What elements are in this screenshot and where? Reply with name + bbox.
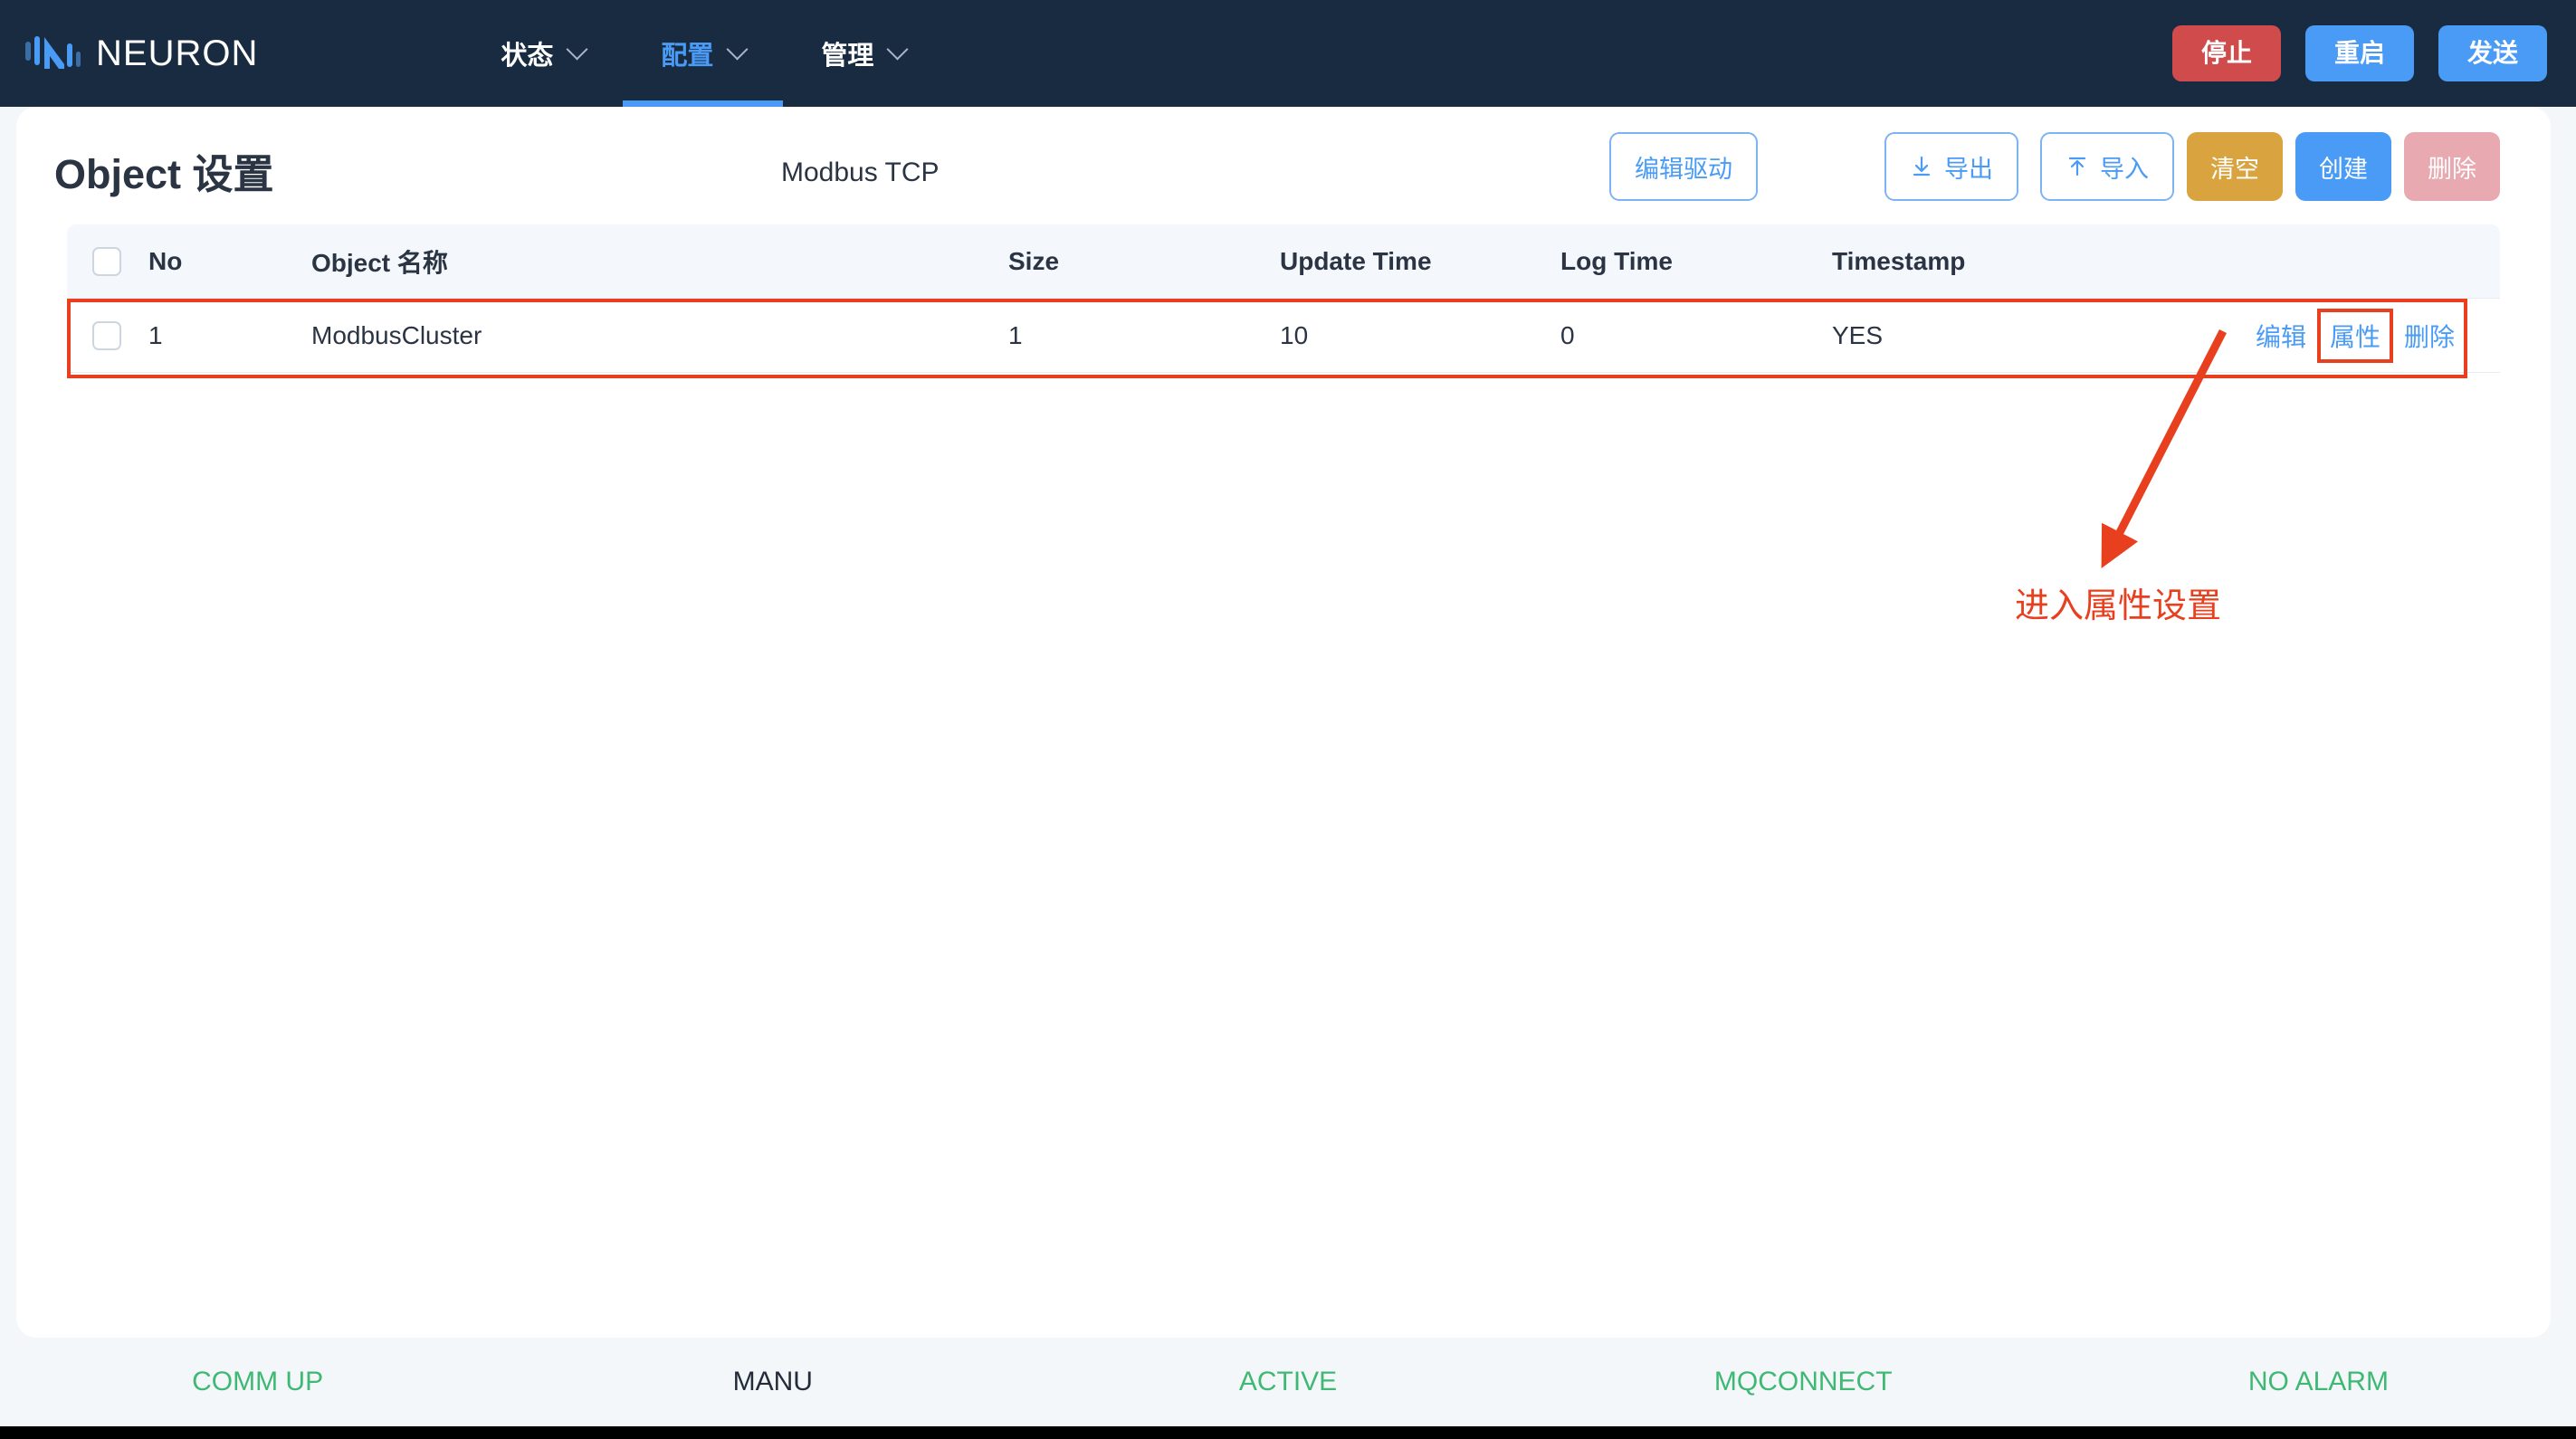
- export-button[interactable]: 导出: [1884, 132, 2018, 201]
- cell-update-time: 10: [1280, 320, 1309, 349]
- export-button-label: 导出: [1944, 155, 1993, 183]
- plugin-name: Modbus TCP: [781, 157, 940, 187]
- row-edit-link[interactable]: 编辑: [2252, 318, 2310, 354]
- download-icon: [1910, 155, 1933, 178]
- column-header-timestamp: Timestamp: [1832, 246, 1966, 275]
- nav-item-status-label: 状态: [501, 42, 554, 71]
- brand-logo[interactable]: NEURON: [24, 32, 258, 75]
- create-button[interactable]: 创建: [2295, 132, 2391, 201]
- column-header-name: Object 名称: [311, 248, 448, 277]
- restart-button[interactable]: 重启: [2304, 25, 2414, 81]
- select-all-cell: [67, 246, 148, 276]
- bottom-strip: [0, 1426, 2576, 1439]
- import-button[interactable]: 导入: [2040, 132, 2174, 201]
- nav-item-management[interactable]: 管理: [783, 0, 943, 107]
- send-button[interactable]: 发送: [2438, 25, 2547, 81]
- row-select-cell: [67, 320, 148, 350]
- cell-log-time: 0: [1560, 320, 1575, 349]
- upload-icon: [2066, 155, 2089, 178]
- page-title: Object 设置: [54, 151, 274, 197]
- clear-button[interactable]: 清空: [2187, 132, 2283, 201]
- table-row[interactable]: 1 ModbusCluster 1 10 0 YES 编辑 属性 删除: [67, 299, 2500, 373]
- column-header-log-time: Log Time: [1560, 246, 1673, 275]
- toolbar-buttons: 编辑驱动 导出 导入 清空 创建 删除: [1609, 132, 2500, 201]
- page-toolbar: Object 设置 Modbus TCP 编辑驱动 导出 导入 清空 创建 删除: [16, 107, 2551, 224]
- status-bar: COMM UP MANU ACTIVE MQCONNECT NO ALARM: [0, 1338, 2576, 1426]
- cell-size: 1: [1008, 320, 1023, 349]
- nav-item-configuration-label: 配置: [661, 42, 714, 71]
- status-item-no-alarm: NO ALARM: [2247, 1367, 2389, 1396]
- nav-menu: 状态 配置 管理: [463, 0, 943, 107]
- import-button-label: 导入: [2100, 155, 2149, 183]
- objects-table: No Object 名称 Size Update Time Log Time T…: [16, 224, 2551, 378]
- delete-button[interactable]: 删除: [2404, 132, 2500, 201]
- top-navbar: NEURON 状态 配置 管理 停止 重启 发送: [0, 0, 2576, 107]
- select-all-checkbox[interactable]: [92, 246, 121, 276]
- row-attributes-link[interactable]: 属性: [2316, 308, 2393, 363]
- row-checkbox[interactable]: [92, 320, 121, 350]
- cell-no: 1: [148, 320, 163, 349]
- chevron-down-icon: [886, 37, 909, 61]
- main-content-card: Object 设置 Modbus TCP 编辑驱动 导出 导入 清空 创建 删除…: [16, 107, 2551, 1338]
- nav-item-configuration[interactable]: 配置: [623, 0, 784, 107]
- row-actions: 编辑 属性 删除: [2149, 308, 2500, 363]
- status-item-mqconnect: MQCONNECT: [1713, 1367, 1893, 1396]
- edit-driver-button[interactable]: 编辑驱动: [1609, 132, 1758, 201]
- status-item-active: ACTIVE: [1238, 1367, 1338, 1396]
- neuron-logo-icon: [24, 32, 83, 75]
- status-item-manu: MANU: [732, 1367, 813, 1396]
- column-header-no: No: [148, 246, 183, 275]
- chevron-down-icon: [566, 37, 588, 61]
- column-header-size: Size: [1008, 246, 1060, 275]
- brand-name: NEURON: [96, 33, 259, 73]
- chevron-down-icon: [726, 37, 749, 61]
- nav-item-status[interactable]: 状态: [463, 0, 623, 107]
- stop-button[interactable]: 停止: [2171, 25, 2281, 81]
- table-header-row: No Object 名称 Size Update Time Log Time T…: [67, 224, 2500, 299]
- annotation-text: 进入属性设置: [2015, 587, 2222, 625]
- column-header-update-time: Update Time: [1280, 246, 1432, 275]
- navbar-actions: 停止 重启 发送: [2171, 0, 2547, 107]
- cell-timestamp: YES: [1832, 320, 1884, 349]
- status-item-comm-up: COMM UP: [192, 1367, 324, 1396]
- cell-object-name: ModbusCluster: [311, 320, 482, 349]
- nav-item-management-label: 管理: [821, 42, 874, 71]
- row-delete-link[interactable]: 删除: [2400, 318, 2458, 354]
